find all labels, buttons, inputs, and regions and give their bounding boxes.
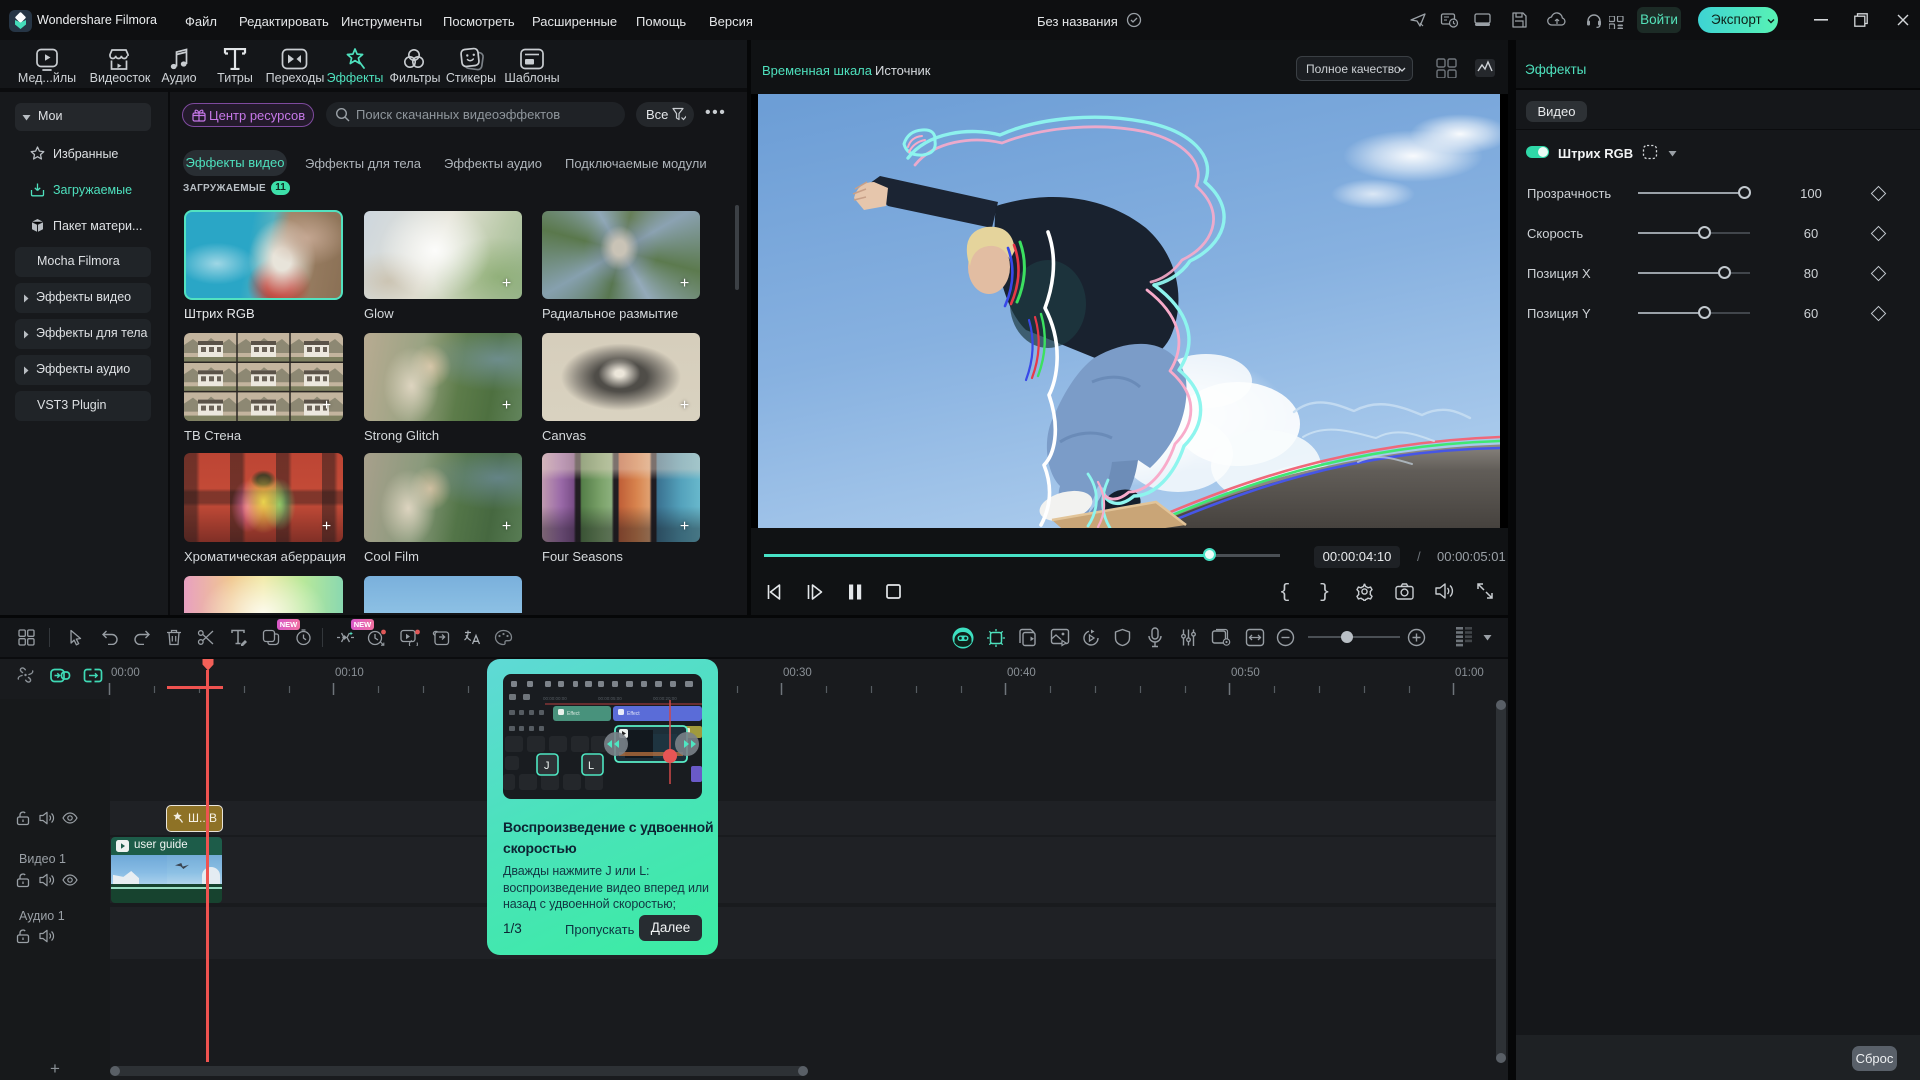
svg-text:01:00: 01:00 (1455, 667, 1484, 679)
svg-text:00:50: 00:50 (1231, 667, 1260, 679)
svg-text:J: J (544, 760, 550, 772)
svg-text:00:30: 00:30 (783, 667, 812, 679)
svg-text:00:00: 00:00 (111, 667, 140, 679)
svg-text:L: L (588, 760, 594, 772)
svg-text:00:00:00:00: 00:00:00:00 (543, 696, 567, 701)
svg-text:00:10: 00:10 (335, 667, 364, 679)
svg-text:Effect: Effect (627, 711, 640, 717)
svg-text:Effect: Effect (567, 711, 580, 717)
svg-text:00:00:20:00: 00:00:20:00 (653, 696, 677, 701)
svg-text:00:00:05:00: 00:00:05:00 (598, 696, 622, 701)
svg-text:00:40: 00:40 (1007, 667, 1036, 679)
